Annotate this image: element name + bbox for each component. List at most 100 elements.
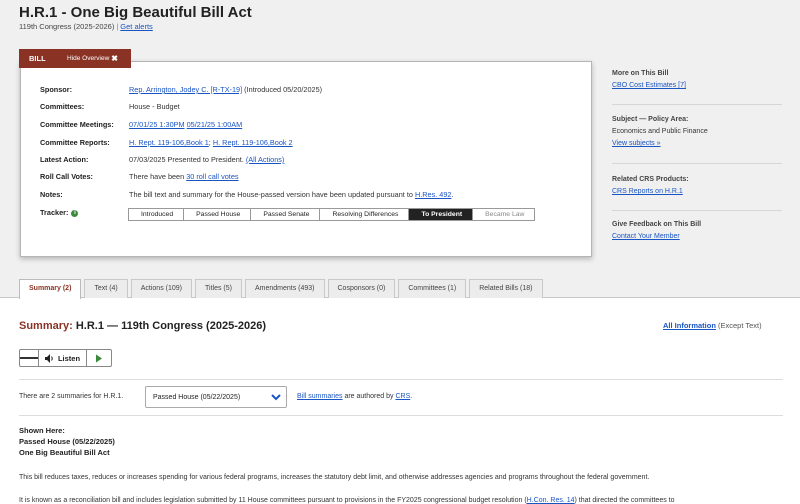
authored-mid: are authored by (342, 393, 396, 400)
listen-toolbar: Listen (19, 349, 112, 367)
summary-version-select[interactable]: Passed House (05/22/2025) (145, 386, 287, 408)
latest-action-text: 07/03/2025 Presented to President. (129, 155, 244, 164)
reports-value: H. Rept. 119-106,Book 1; H. Rept. 119-10… (129, 138, 293, 147)
report-link-1[interactable]: H. Rept. 119-106,Book 1 (129, 138, 209, 147)
speaker-icon (44, 353, 53, 363)
view-subjects-link[interactable]: View subjects » (612, 140, 661, 147)
shown-here-label: Shown Here: (19, 426, 65, 435)
reports-label: Committee Reports: (40, 138, 110, 147)
tracker-step: Became Law (473, 209, 535, 220)
more-on-bill-section: More on This Bill CBO Cost Estimates [7] (612, 70, 686, 89)
sidebar-divider (612, 210, 782, 211)
sidebar-divider (612, 104, 782, 105)
tab-amendments[interactable]: Amendments (493) (244, 279, 325, 298)
tracker-step-current: To President (409, 209, 474, 220)
roll-call-label: Roll Call Votes: (40, 172, 93, 181)
para2-text-a: It is known as a reconciliation bill and… (19, 497, 527, 504)
meetings-value: 07/01/25 1:30PM 05/21/25 1:00AM (129, 120, 242, 129)
crs-link[interactable]: CRS (395, 393, 410, 400)
get-alerts-link[interactable]: Get alerts (120, 22, 153, 31)
info-icon[interactable]: i (71, 209, 79, 217)
summary-paragraph-1: This bill reduces taxes, reduces or incr… (19, 474, 650, 481)
summary-count: There are 2 summaries for H.R.1. (19, 393, 124, 400)
summary-heading-prefix: Summary: (19, 320, 73, 332)
tab-titles[interactable]: Titles (5) (195, 279, 242, 298)
meeting-link-2[interactable]: 05/21/25 1:00AM (187, 120, 243, 129)
notes-text: The bill text and summary for the House-… (129, 190, 415, 199)
tracker-label: Tracker: i (40, 208, 79, 217)
notes-suffix: . (451, 190, 454, 199)
all-information-link[interactable]: All Information (663, 321, 716, 330)
divider (19, 379, 783, 380)
play-button[interactable] (87, 350, 111, 366)
sidebar-divider (612, 163, 782, 164)
summary-heading-rest: H.R.1 — 119th Congress (2025-2026) (72, 320, 266, 332)
committees-label: Committees: (40, 102, 85, 111)
page-title: H.R.1 - One Big Beautiful Bill Act (19, 4, 252, 21)
tracker-step: Resolving Differences (320, 209, 410, 220)
tab-related-bills[interactable]: Related Bills (18) (469, 279, 543, 298)
latest-action-value: 07/03/2025 Presented to President. (All … (129, 155, 284, 164)
shown-version: Passed House (05/22/2025) (19, 437, 115, 446)
bill-tracker: Introduced Passed House Passed Senate Re… (128, 208, 536, 221)
bill-tabs: Summary (2) Text (4) Actions (109) Title… (19, 279, 543, 299)
tracker-step: Introduced (129, 209, 185, 220)
all-information: All Information (Except Text) (663, 321, 762, 330)
report-link-2[interactable]: H. Rept. 119-106,Book 2 (213, 138, 293, 147)
authored-end: . (410, 393, 413, 400)
hide-overview-button[interactable]: Hide Overview ✖ (67, 54, 118, 63)
summary-paragraph-2: It is known as a reconciliation bill and… (19, 497, 675, 504)
committees-value: House - Budget (129, 102, 180, 111)
roll-call-link[interactable]: 30 roll call votes (186, 172, 238, 181)
menu-icon[interactable] (20, 350, 39, 366)
sponsor-link[interactable]: Rep. Arrington, Jodey C. [R-TX-19] (129, 85, 242, 94)
feedback-section: Give Feedback on This Bill Contact Your … (612, 221, 701, 240)
contact-member-link[interactable]: Contact Your Member (612, 233, 680, 240)
subject-heading: Subject — Policy Area: (612, 116, 689, 123)
close-icon: ✖ (111, 54, 118, 63)
tab-committees[interactable]: Committees (1) (398, 279, 467, 298)
summary-heading: Summary: H.R.1 — 119th Congress (2025-20… (19, 320, 266, 332)
tab-cosponsors[interactable]: Cosponsors (0) (327, 279, 396, 298)
notes-value: The bill text and summary for the House-… (129, 190, 454, 199)
tracker-step: Passed Senate (251, 209, 321, 220)
para2-text-b: ) that directed the committees to (574, 497, 675, 504)
all-actions-link[interactable]: (All Actions) (246, 155, 285, 164)
roll-call-value: There have been 30 roll call votes (129, 172, 239, 181)
congress-line: 119th Congress (2025-2026) | Get alerts (19, 22, 153, 31)
more-heading: More on This Bill (612, 70, 669, 77)
selected-version: Passed House (05/22/2025) (153, 393, 241, 401)
listen-label: Listen (57, 353, 81, 363)
tracker-step: Passed House (184, 209, 252, 220)
except-text: (Except Text) (715, 321, 762, 330)
meetings-label: Committee Meetings: (40, 120, 114, 129)
latest-action-label: Latest Action: (40, 155, 89, 164)
meeting-link-1[interactable]: 07/01/25 1:30PM (129, 120, 185, 129)
tracker-label-text: Tracker: (40, 208, 69, 217)
hres-link[interactable]: H.Res. 492 (415, 190, 452, 199)
cbo-estimates-link[interactable]: CBO Cost Estimates [7] (612, 82, 686, 89)
sponsor-value: Rep. Arrington, Jodey C. [R-TX-19] (Intr… (129, 85, 322, 94)
crs-products-section: Related CRS Products: CRS Reports on H.R… (612, 176, 689, 195)
listen-button[interactable]: Listen (39, 350, 87, 366)
crs-heading: Related CRS Products: (612, 176, 689, 183)
congress-label: 119th Congress (2025-2026) (19, 22, 115, 31)
feedback-heading: Give Feedback on This Bill (612, 221, 702, 228)
shown-here-block: Shown Here: Passed House (05/22/2025) On… (19, 425, 115, 458)
notes-label: Notes: (40, 190, 63, 199)
policy-area: Economics and Public Finance (612, 128, 708, 135)
hconres-link[interactable]: H.Con. Res. 14 (527, 497, 575, 504)
chevron-down-icon (271, 394, 281, 401)
bill-tab-label: BILL (29, 54, 46, 63)
tab-text[interactable]: Text (4) (84, 279, 128, 298)
bill-summaries-link[interactable]: Bill summaries (297, 393, 343, 400)
tab-actions[interactable]: Actions (109) (130, 279, 192, 298)
authored-note: Bill summaries are authored by CRS. (297, 393, 412, 400)
shown-title: One Big Beautiful Bill Act (19, 448, 110, 457)
bill-overview-tab: BILL Hide Overview ✖ (19, 49, 131, 68)
separator: | (116, 22, 119, 31)
sponsor-label: Sponsor: (40, 85, 73, 94)
crs-reports-link[interactable]: CRS Reports on H.R.1 (612, 188, 683, 195)
tab-summary[interactable]: Summary (2) (19, 279, 82, 299)
hide-overview-label: Hide Overview (67, 55, 110, 62)
